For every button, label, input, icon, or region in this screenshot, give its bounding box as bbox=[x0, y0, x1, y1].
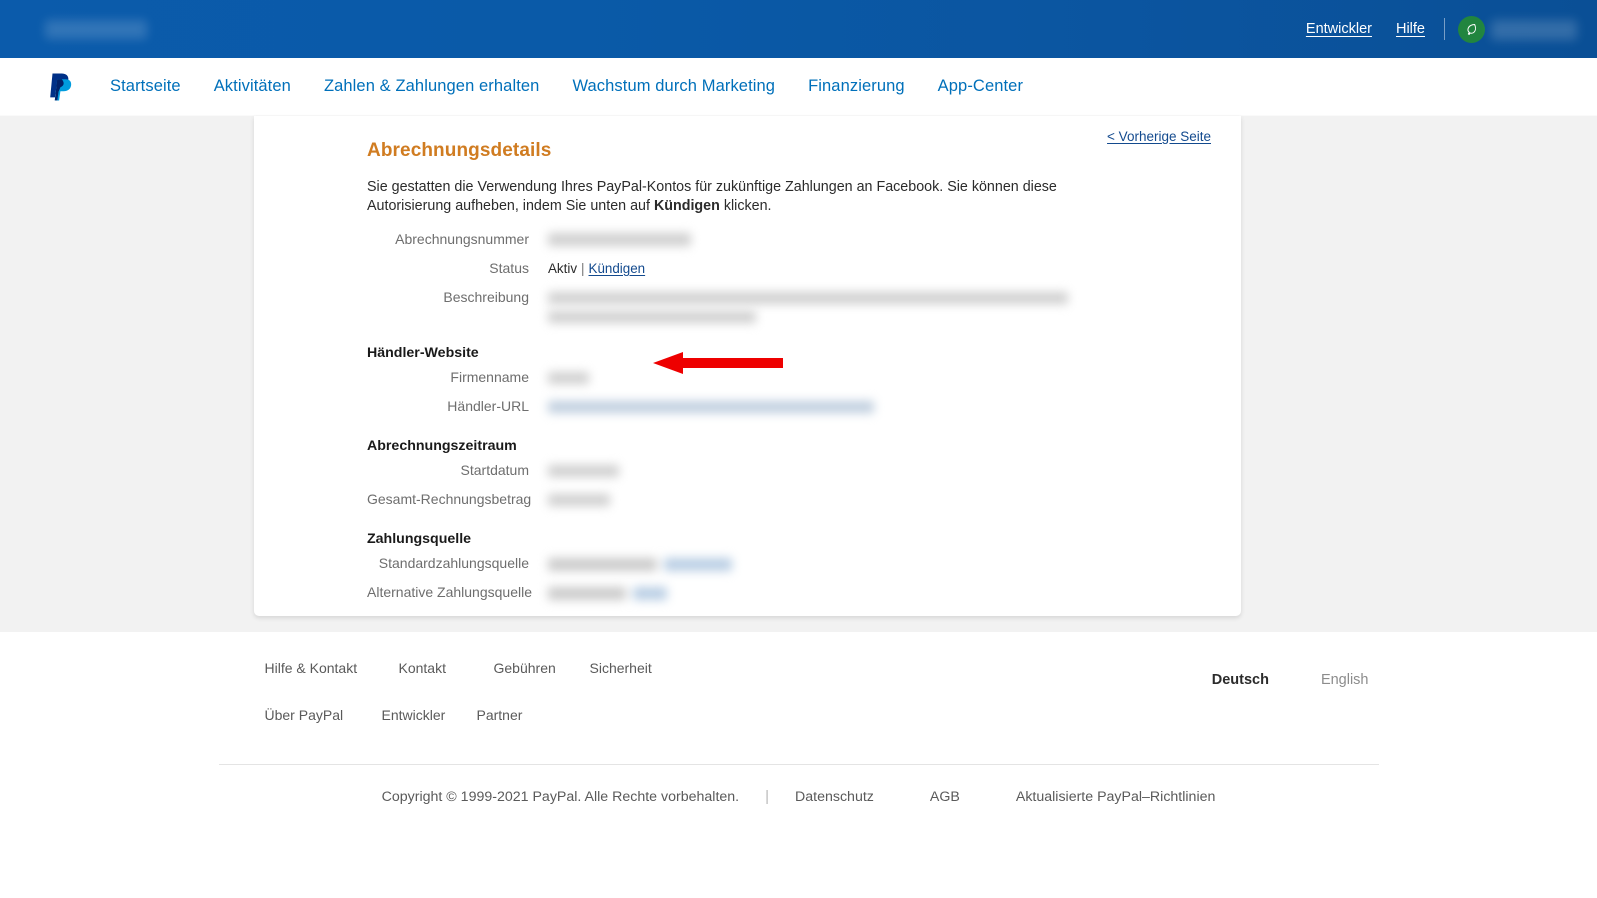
nav-item-pay-and-get-paid[interactable]: Zahlen & Zahlungen erhalten bbox=[324, 77, 540, 96]
billing-fields: Abrechnungsnummer Status Aktiv | Kündigen … bbox=[367, 230, 1207, 602]
label-billing-number: Abrechnungsnummer bbox=[395, 230, 529, 247]
label-description: Beschreibung bbox=[443, 288, 529, 305]
value-merchant-url bbox=[548, 397, 874, 416]
copyright-divider: | bbox=[765, 788, 770, 805]
billing-details-card: Abrechnungsdetails < Vorherige Seite Sie… bbox=[254, 116, 1241, 616]
field-row-status: Status Aktiv | Kündigen bbox=[367, 259, 1207, 278]
page-title: Abrechnungsdetails bbox=[367, 140, 552, 161]
value-default-source bbox=[548, 554, 732, 573]
top-utility-bar: Entwickler Hilfe bbox=[0, 0, 1597, 58]
field-row-company-name: Firmenname bbox=[367, 368, 1207, 387]
field-row-description: Beschreibung bbox=[367, 288, 1207, 323]
footer-link-privacy[interactable]: Datenschutz bbox=[795, 789, 874, 805]
value-billing-number bbox=[548, 230, 691, 249]
footer-legal-row: Copyright © 1999-2021 PayPal. Alle Recht… bbox=[219, 788, 1379, 805]
intro-cancel-emphasis: Kündigen bbox=[653, 197, 720, 214]
merchant-name-redacted bbox=[45, 20, 147, 39]
label-merchant-url: Händler-URL bbox=[447, 397, 529, 414]
topbar-link-help[interactable]: Hilfe bbox=[1396, 21, 1425, 37]
topbar-divider bbox=[1444, 18, 1445, 40]
language-option-english[interactable]: English bbox=[1321, 672, 1369, 688]
label-company-name: Firmenname bbox=[450, 368, 529, 385]
field-row-start-date: Startdatum bbox=[367, 461, 1207, 480]
merchant-url-redacted bbox=[548, 400, 874, 413]
footer-link-terms[interactable]: AGB bbox=[930, 789, 960, 805]
value-start-date bbox=[548, 461, 619, 480]
footer-link-partner[interactable]: Partner bbox=[477, 707, 523, 723]
username-redacted bbox=[1491, 20, 1577, 40]
merchant-website-section: Händler-Website Firmenname Händler-URL bbox=[367, 345, 1207, 416]
billing-period-section: Abrechnungszeitraum Startdatum Gesamt-Re… bbox=[367, 438, 1207, 509]
footer-link-fees[interactable]: Gebühren bbox=[494, 660, 590, 676]
field-row-total-amount: Gesamt-Rechnungsbetrag bbox=[367, 490, 1207, 509]
label-default-source: Standardzahlungsquelle bbox=[378, 554, 529, 571]
nav-item-home[interactable]: Startseite bbox=[110, 77, 181, 96]
default-source-redacted bbox=[548, 557, 732, 571]
nav-item-activity[interactable]: Aktivitäten bbox=[214, 77, 291, 96]
copyright-text: Copyright © 1999-2021 PayPal. Alle Recht… bbox=[381, 788, 740, 805]
heading-merchant-website: Händler-Website bbox=[367, 344, 479, 361]
value-alternative-source bbox=[548, 583, 667, 602]
label-total-amount: Gesamt-Rechnungsbetrag bbox=[367, 490, 532, 507]
payment-source-section: Zahlungsquelle Standardzahlungsquelle Al… bbox=[367, 531, 1207, 602]
field-row-alternative-source: Alternative Zahlungsquelle bbox=[367, 583, 1207, 602]
status-text: Aktiv bbox=[548, 260, 578, 276]
status-separator: | bbox=[581, 260, 585, 276]
intro-text-part2: klicken. bbox=[719, 197, 772, 214]
value-status: Aktiv | Kündigen bbox=[548, 259, 645, 278]
footer-links-row-1: Hilfe & Kontakt Kontakt Gebühren Sicherh… bbox=[265, 660, 652, 676]
footer-link-developer[interactable]: Entwickler bbox=[382, 707, 477, 723]
start-date-redacted bbox=[548, 464, 619, 477]
main-navigation: Startseite Aktivitäten Zahlen & Zahlunge… bbox=[0, 58, 1597, 116]
footer-link-contact[interactable]: Kontakt bbox=[399, 660, 494, 676]
value-company-name bbox=[548, 368, 589, 387]
field-row-billing-number: Abrechnungsnummer bbox=[367, 230, 1207, 249]
cancel-subscription-link[interactable]: Kündigen bbox=[589, 261, 646, 276]
value-total-amount bbox=[548, 490, 610, 509]
language-selector: Deutsch English bbox=[1212, 672, 1369, 688]
intro-paragraph: Sie gestatten die Verwendung Ihres PayPa… bbox=[367, 178, 1087, 216]
footer-link-about-paypal[interactable]: Über PayPal bbox=[265, 707, 382, 723]
total-amount-redacted bbox=[548, 493, 610, 506]
value-description bbox=[548, 288, 1068, 323]
footer-links-row-2: Über PayPal Entwickler Partner bbox=[265, 707, 523, 723]
language-option-deutsch[interactable]: Deutsch bbox=[1212, 672, 1269, 688]
nav-item-financing[interactable]: Finanzierung bbox=[808, 77, 905, 96]
topbar-links: Entwickler Hilfe bbox=[1306, 0, 1425, 58]
description-redacted-line1 bbox=[548, 291, 1068, 304]
paypal-logo-icon[interactable] bbox=[48, 72, 74, 102]
field-row-default-source: Standardzahlungsquelle bbox=[367, 554, 1207, 573]
description-redacted-line2 bbox=[548, 310, 756, 323]
footer-divider bbox=[218, 764, 1379, 765]
label-status: Status bbox=[489, 259, 529, 276]
heading-billing-period: Abrechnungszeitraum bbox=[367, 437, 517, 454]
previous-page-link[interactable]: < Vorherige Seite bbox=[1107, 129, 1211, 144]
nav-item-marketing-growth[interactable]: Wachstum durch Marketing bbox=[572, 77, 775, 96]
footer-link-help-and-contact[interactable]: Hilfe & Kontakt bbox=[265, 660, 399, 676]
field-row-merchant-url: Händler-URL bbox=[367, 397, 1207, 416]
company-name-redacted bbox=[548, 371, 589, 384]
leaf-avatar-icon[interactable] bbox=[1458, 16, 1485, 43]
footer-link-updated-policies[interactable]: Aktualisierte PayPal–Richtlinien bbox=[1016, 789, 1216, 805]
alternative-source-redacted bbox=[548, 586, 667, 600]
page-footer: Hilfe & Kontakt Kontakt Gebühren Sicherh… bbox=[0, 632, 1597, 805]
heading-payment-source: Zahlungsquelle bbox=[367, 530, 472, 547]
label-alternative-source: Alternative Zahlungsquelle bbox=[367, 583, 532, 600]
billing-number-redacted bbox=[548, 232, 691, 246]
footer-link-security[interactable]: Sicherheit bbox=[590, 660, 652, 676]
page-background: Abrechnungsdetails < Vorherige Seite Sie… bbox=[0, 116, 1597, 632]
topbar-link-developer[interactable]: Entwickler bbox=[1306, 21, 1372, 37]
label-start-date: Startdatum bbox=[460, 461, 529, 478]
nav-item-app-center[interactable]: App-Center bbox=[938, 77, 1023, 96]
